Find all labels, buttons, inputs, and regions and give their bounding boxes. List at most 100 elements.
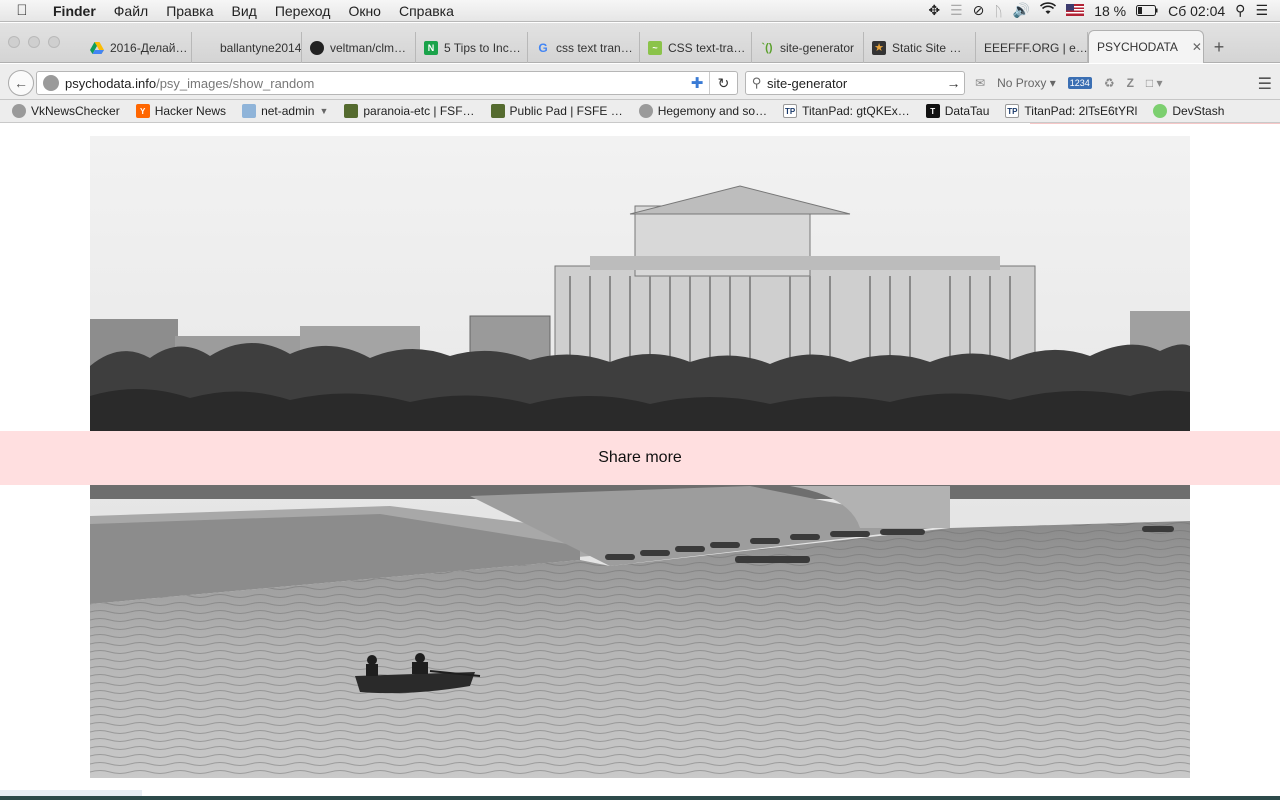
google-drive-icon <box>90 41 104 55</box>
battery-percent[interactable]: 18 % <box>1094 3 1126 19</box>
bookmark-label: Public Pad | FSFE … <box>509 104 623 118</box>
menubar-tray: ✥ ☰ ⊘ ᚢ 🔊 18 % Сб 02:04 ⚲ ☰ <box>928 2 1280 19</box>
back-button[interactable]: ← <box>8 70 34 96</box>
notification-center-icon[interactable]: ☰ <box>1255 2 1268 19</box>
proxy-label: No Proxy <box>997 76 1047 90</box>
tab-title: veltman/clm… <box>330 40 407 55</box>
share-more-button[interactable]: Share more <box>0 431 1280 485</box>
search-input[interactable] <box>767 75 943 91</box>
tab-title: PSYCHODATA <box>1097 40 1178 54</box>
tab-2016[interactable]: 2016-Делай… <box>82 32 192 63</box>
tab-title: 5 Tips to Inc… <box>444 40 521 55</box>
tab-title: EEEFFF.ORG | e… <box>984 40 1088 55</box>
page-icon <box>200 41 214 55</box>
clock[interactable]: Сб 02:04 <box>1168 3 1225 19</box>
tab-site-generator[interactable]: `() site-generator <box>752 32 864 63</box>
menu-go[interactable]: Переход <box>266 3 340 19</box>
bookmark-label: Hacker News <box>154 104 227 118</box>
menu-edit[interactable]: Правка <box>157 3 222 19</box>
bookmark-label: DataTau <box>944 104 990 118</box>
tab-psychodata[interactable]: PSYCHODATA ✕ <box>1088 30 1204 63</box>
bookmark-titanpad-2[interactable]: TP TitanPad: 2lTsE6tYRl <box>1005 104 1137 118</box>
menu-help[interactable]: Справка <box>390 3 463 19</box>
zoom-window-button[interactable] <box>48 36 60 48</box>
volume-icon[interactable]: 🔊 <box>1013 2 1030 19</box>
us-flag-icon[interactable] <box>1066 3 1085 19</box>
menu-file[interactable]: Файл <box>105 3 157 19</box>
search-bar[interactable]: ⚲ → <box>745 71 965 95</box>
tab-title: css text tran… <box>556 40 633 55</box>
zotero-icon[interactable]: Z <box>1127 76 1134 90</box>
tab-5-tips[interactable]: N 5 Tips to Inc… <box>416 32 528 63</box>
t-icon: T <box>925 104 940 118</box>
close-window-button[interactable] <box>8 36 20 48</box>
star-icon: ★ <box>872 40 886 55</box>
bookmark-label: TitanPad: 2lTsE6tYRl <box>1024 104 1138 118</box>
bookmark-label: TitanPad: gtQKEx… <box>802 104 910 118</box>
menu-hamburger-icon[interactable]: ☰ <box>1258 74 1272 94</box>
proxy-selector[interactable]: No Proxy ▾ <box>997 76 1056 90</box>
bookmark-paranoia-etc[interactable]: paranoia-etc | FSF… <box>344 104 475 118</box>
minimize-window-button[interactable] <box>28 36 40 48</box>
globe-icon <box>12 104 26 118</box>
reader-icon[interactable]: □ ▾ <box>1146 76 1163 90</box>
tab-ballantyne[interactable]: ballantyne2014… <box>192 32 302 63</box>
battery-icon[interactable] <box>1136 3 1158 19</box>
menu-window[interactable]: Окно <box>339 3 390 19</box>
history-icon[interactable]: ♻ <box>1104 76 1115 90</box>
spotlight-search-icon[interactable]: ⚲ <box>1235 2 1245 19</box>
leaf-icon <box>1153 104 1168 118</box>
url-bar[interactable]: psychodata.info/psy_images/show_random ✚… <box>36 71 738 95</box>
url-host: psychodata.info <box>65 75 157 91</box>
tab-static-site[interactable]: ★ Static Site … <box>864 32 976 63</box>
search-go-arrow-icon[interactable]: → <box>943 75 964 91</box>
dock-edge <box>0 796 1280 800</box>
counter-badge-icon[interactable]: 1234 <box>1067 77 1092 89</box>
url-path: /psy_images/show_random <box>156 75 315 91</box>
bookmark-label: paranoia-etc | FSF… <box>363 104 475 118</box>
bookmark-devstash[interactable]: DevStash <box>1153 104 1224 118</box>
stack-icon[interactable]: ☰ <box>950 2 963 19</box>
tab-eeefff[interactable]: EEEFFF.ORG | e… <box>976 32 1088 63</box>
site-identity-icon[interactable] <box>43 75 59 91</box>
move-icon[interactable]: ✥ <box>928 2 940 19</box>
toolbar-addons: ✉ No Proxy ▾ 1234 ♻ Z □ ▾ <box>975 72 1163 94</box>
reload-button[interactable]: ↻ <box>709 72 737 94</box>
new-tab-button[interactable]: + <box>1204 32 1234 63</box>
bookmark-vknewschecker[interactable]: VkNewsChecker <box>12 104 120 118</box>
menu-view[interactable]: Вид <box>223 3 266 19</box>
chevron-down-icon: ▼ <box>319 106 329 116</box>
wifi-icon[interactable] <box>1040 2 1057 19</box>
tp-icon: TP <box>783 104 798 118</box>
bookmark-titanpad-1[interactable]: TP TitanPad: gtQKEx… <box>783 104 910 118</box>
tab-veltman[interactable]: veltman/clm… <box>302 32 416 63</box>
sync-icon[interactable]: ⊘ <box>973 2 985 19</box>
n-icon: N <box>424 40 438 55</box>
add-bookmark-icon[interactable]: ✚ <box>685 74 709 92</box>
bookmark-label: VkNewsChecker <box>31 104 120 118</box>
apple-menu-icon[interactable]:  <box>0 2 44 19</box>
folder-icon <box>242 104 257 118</box>
window-controls <box>8 36 60 48</box>
tab-title: ballantyne2014… <box>220 40 302 55</box>
bluetooth-icon[interactable]: ᚢ <box>994 3 1002 19</box>
css-icon: ~ <box>648 40 662 55</box>
bookmark-hegemony[interactable]: Hegemony and so… <box>638 104 767 118</box>
bookmark-net-admin[interactable]: net-admin ▼ <box>242 104 328 118</box>
tab-css-text-tran[interactable]: G css text tran… <box>528 32 640 63</box>
menu-finder[interactable]: Finder <box>44 3 105 19</box>
pad-icon <box>344 104 359 118</box>
url-text[interactable]: psychodata.info/psy_images/show_random <box>65 76 685 91</box>
tp-icon: TP <box>1005 104 1020 118</box>
bookmark-public-pad[interactable]: Public Pad | FSFE … <box>490 104 623 118</box>
close-tab-icon[interactable]: ✕ <box>1192 40 1202 54</box>
bookmark-datatau[interactable]: T DataTau <box>925 104 990 118</box>
mail-icon[interactable]: ✉ <box>975 76 985 90</box>
tab-css-text-tra[interactable]: ~ CSS text-tra… <box>640 32 752 63</box>
search-icon: ⚲ <box>751 75 762 90</box>
bookmark-hacker-news[interactable]: Y Hacker News <box>135 104 227 118</box>
tab-title: 2016-Делай… <box>110 40 188 55</box>
share-more-label: Share more <box>598 449 682 466</box>
bookmarks-bar: VkNewsChecker Y Hacker News net-admin ▼ pa… <box>0 100 1280 123</box>
tab-list: 2016-Делай… ballantyne2014… veltman/clm…… <box>82 30 1234 63</box>
